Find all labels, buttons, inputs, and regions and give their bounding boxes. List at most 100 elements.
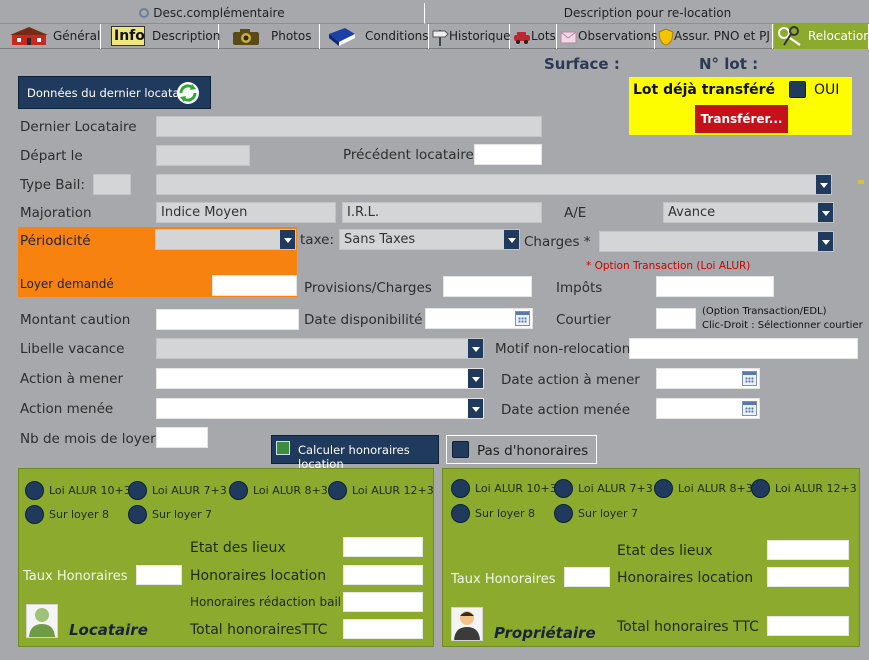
radio-alur-7-3[interactable]: [128, 481, 147, 500]
total-fees-label: Total honoraires TTC: [617, 619, 759, 635]
last-tenant-data-button[interactable]: Données du dernier locataire: [18, 76, 211, 109]
tab-photos[interactable]: Photos: [220, 24, 320, 49]
lease-drafting-fees-label: Honoraires rédaction bail: [190, 595, 342, 609]
availability-date-label: Date disponibilité: [304, 312, 423, 328]
signpost-icon: [431, 28, 449, 46]
action-done-select[interactable]: [156, 398, 484, 419]
last-tenant-label: Dernier Locataire: [20, 119, 137, 135]
chevron-down-icon[interactable]: [818, 232, 833, 251]
subtab-description-relocation[interactable]: Description pour re-location: [426, 3, 869, 24]
radio-loyer-8[interactable]: [451, 504, 470, 523]
chevron-down-icon[interactable]: [468, 369, 483, 388]
rent-label: Loyer demandé: [20, 277, 114, 291]
fee-rate-label: Taux Honoraires: [23, 569, 128, 584]
chevron-down-icon[interactable]: [468, 399, 483, 418]
irl-field[interactable]: I.R.L.: [342, 202, 542, 223]
chevron-down-icon[interactable]: [504, 230, 519, 249]
tab-label: Assur. PNO et PJ: [674, 29, 770, 43]
tenant-inventory-field[interactable]: [343, 537, 423, 557]
months-rent-field[interactable]: [156, 427, 208, 448]
action-done-date-field[interactable]: [656, 398, 760, 419]
action-todo-date-field[interactable]: [656, 368, 760, 389]
periodicity-select[interactable]: [155, 229, 296, 250]
tab-label: Conditions: [365, 29, 429, 43]
previous-tenant-label: Précédent locataire: [343, 147, 474, 163]
tab-historique[interactable]: Historique: [430, 24, 511, 49]
owner-inventory-field[interactable]: [767, 540, 849, 560]
tab-relocation[interactable]: Relocation: [774, 24, 869, 49]
taxes-field[interactable]: [656, 276, 774, 297]
tab-assurance[interactable]: Assur. PNO et PJ: [656, 24, 773, 49]
radio-alur-12-3[interactable]: [751, 479, 770, 498]
deposit-label: Montant caution: [20, 312, 131, 328]
chevron-down-icon[interactable]: [818, 203, 833, 222]
camera-icon: [232, 28, 260, 45]
broker-field[interactable]: [656, 308, 696, 329]
radio-label: Loi ALUR 7+3: [152, 484, 227, 497]
owner-fee-rate-field[interactable]: [564, 567, 610, 587]
chevron-down-icon[interactable]: [816, 175, 831, 194]
transfer-button[interactable]: Transférer...: [695, 105, 788, 133]
tab-conditions[interactable]: Conditions: [321, 24, 429, 49]
vacancy-select[interactable]: [156, 338, 484, 359]
radio-alur-7-3[interactable]: [554, 479, 573, 498]
radio-alur-8-3[interactable]: [654, 479, 673, 498]
radio-alur-10-3[interactable]: [451, 479, 470, 498]
tenant-lease-drafting-field[interactable]: [343, 592, 423, 612]
lease-type-code-field[interactable]: [93, 174, 131, 195]
owner-total-fees-field[interactable]: [767, 616, 849, 636]
surface-label: Surface :: [544, 55, 620, 73]
charges-label: Charges *: [524, 234, 591, 250]
departure-field[interactable]: [156, 145, 250, 166]
radio-loyer-7[interactable]: [554, 504, 573, 523]
chevron-down-icon[interactable]: [280, 230, 295, 249]
calendar-icon[interactable]: [515, 311, 530, 326]
tenant-rental-fees-field[interactable]: [343, 565, 423, 585]
last-tenant-field[interactable]: [156, 116, 542, 137]
availability-date-field[interactable]: [425, 308, 533, 329]
calendar-icon[interactable]: [742, 371, 757, 386]
action-todo-select[interactable]: [156, 368, 484, 389]
tab-label: Photos: [271, 29, 312, 43]
tab-general[interactable]: Général: [0, 24, 101, 49]
owner-rental-fees-field[interactable]: [767, 567, 849, 587]
radio-alur-10-3[interactable]: [25, 481, 44, 500]
subtab-label: Desc.complémentaire: [153, 6, 285, 20]
calendar-icon[interactable]: [742, 401, 757, 416]
radio-loyer-7[interactable]: [128, 505, 147, 524]
non-relocation-reason-field[interactable]: [629, 338, 858, 359]
tab-description[interactable]: Info Description: [102, 24, 220, 49]
tenant-fee-rate-field[interactable]: [136, 565, 182, 585]
radio-alur-12-3[interactable]: [328, 481, 347, 500]
no-fees-option[interactable]: Pas d'honoraires: [446, 435, 597, 464]
tenant-total-fees-field[interactable]: [343, 619, 423, 639]
calculate-fees-button[interactable]: Calculer honoraires location: [271, 435, 439, 471]
transferred-checkbox[interactable]: [789, 81, 806, 98]
charges-select[interactable]: [599, 231, 834, 252]
no-fees-checkbox[interactable]: [452, 441, 469, 458]
subtab-desc-complementaire[interactable]: Desc.complémentaire: [0, 3, 425, 24]
months-rent-label: Nb de mois de loyer: [20, 431, 156, 447]
radio-loyer-8[interactable]: [25, 505, 44, 524]
non-relocation-reason-label: Motif non-relocation: [495, 341, 631, 357]
calculator-icon: [276, 441, 290, 455]
rent-field[interactable]: [212, 275, 297, 296]
radio-label: Loi ALUR 12+3: [775, 482, 857, 495]
broker-note-option: (Option Transaction/EDL): [702, 306, 827, 317]
deposit-field[interactable]: [156, 309, 299, 330]
previous-tenant-field[interactable]: [474, 144, 542, 165]
radio-label: Loi ALUR 12+3: [352, 484, 434, 497]
tab-lots[interactable]: Lots: [511, 24, 557, 49]
ae-select[interactable]: Avance: [663, 202, 834, 223]
lease-type-select[interactable]: [156, 174, 832, 195]
chevron-down-icon[interactable]: [468, 339, 483, 358]
action-done-label: Action menée: [20, 401, 114, 417]
majoration-label: Majoration: [20, 205, 92, 221]
radio-alur-8-3[interactable]: [229, 481, 248, 500]
majoration-index-field[interactable]: Indice Moyen: [156, 202, 336, 223]
tax-select[interactable]: Sans Taxes: [339, 229, 520, 250]
owner-fees-panel: Loi ALUR 10+3 Loi ALUR 7+3 Loi ALUR 8+3 …: [442, 468, 860, 647]
tab-observations[interactable]: Observations: [558, 24, 657, 49]
shield-icon: [658, 28, 674, 46]
provisions-field[interactable]: [443, 276, 532, 297]
